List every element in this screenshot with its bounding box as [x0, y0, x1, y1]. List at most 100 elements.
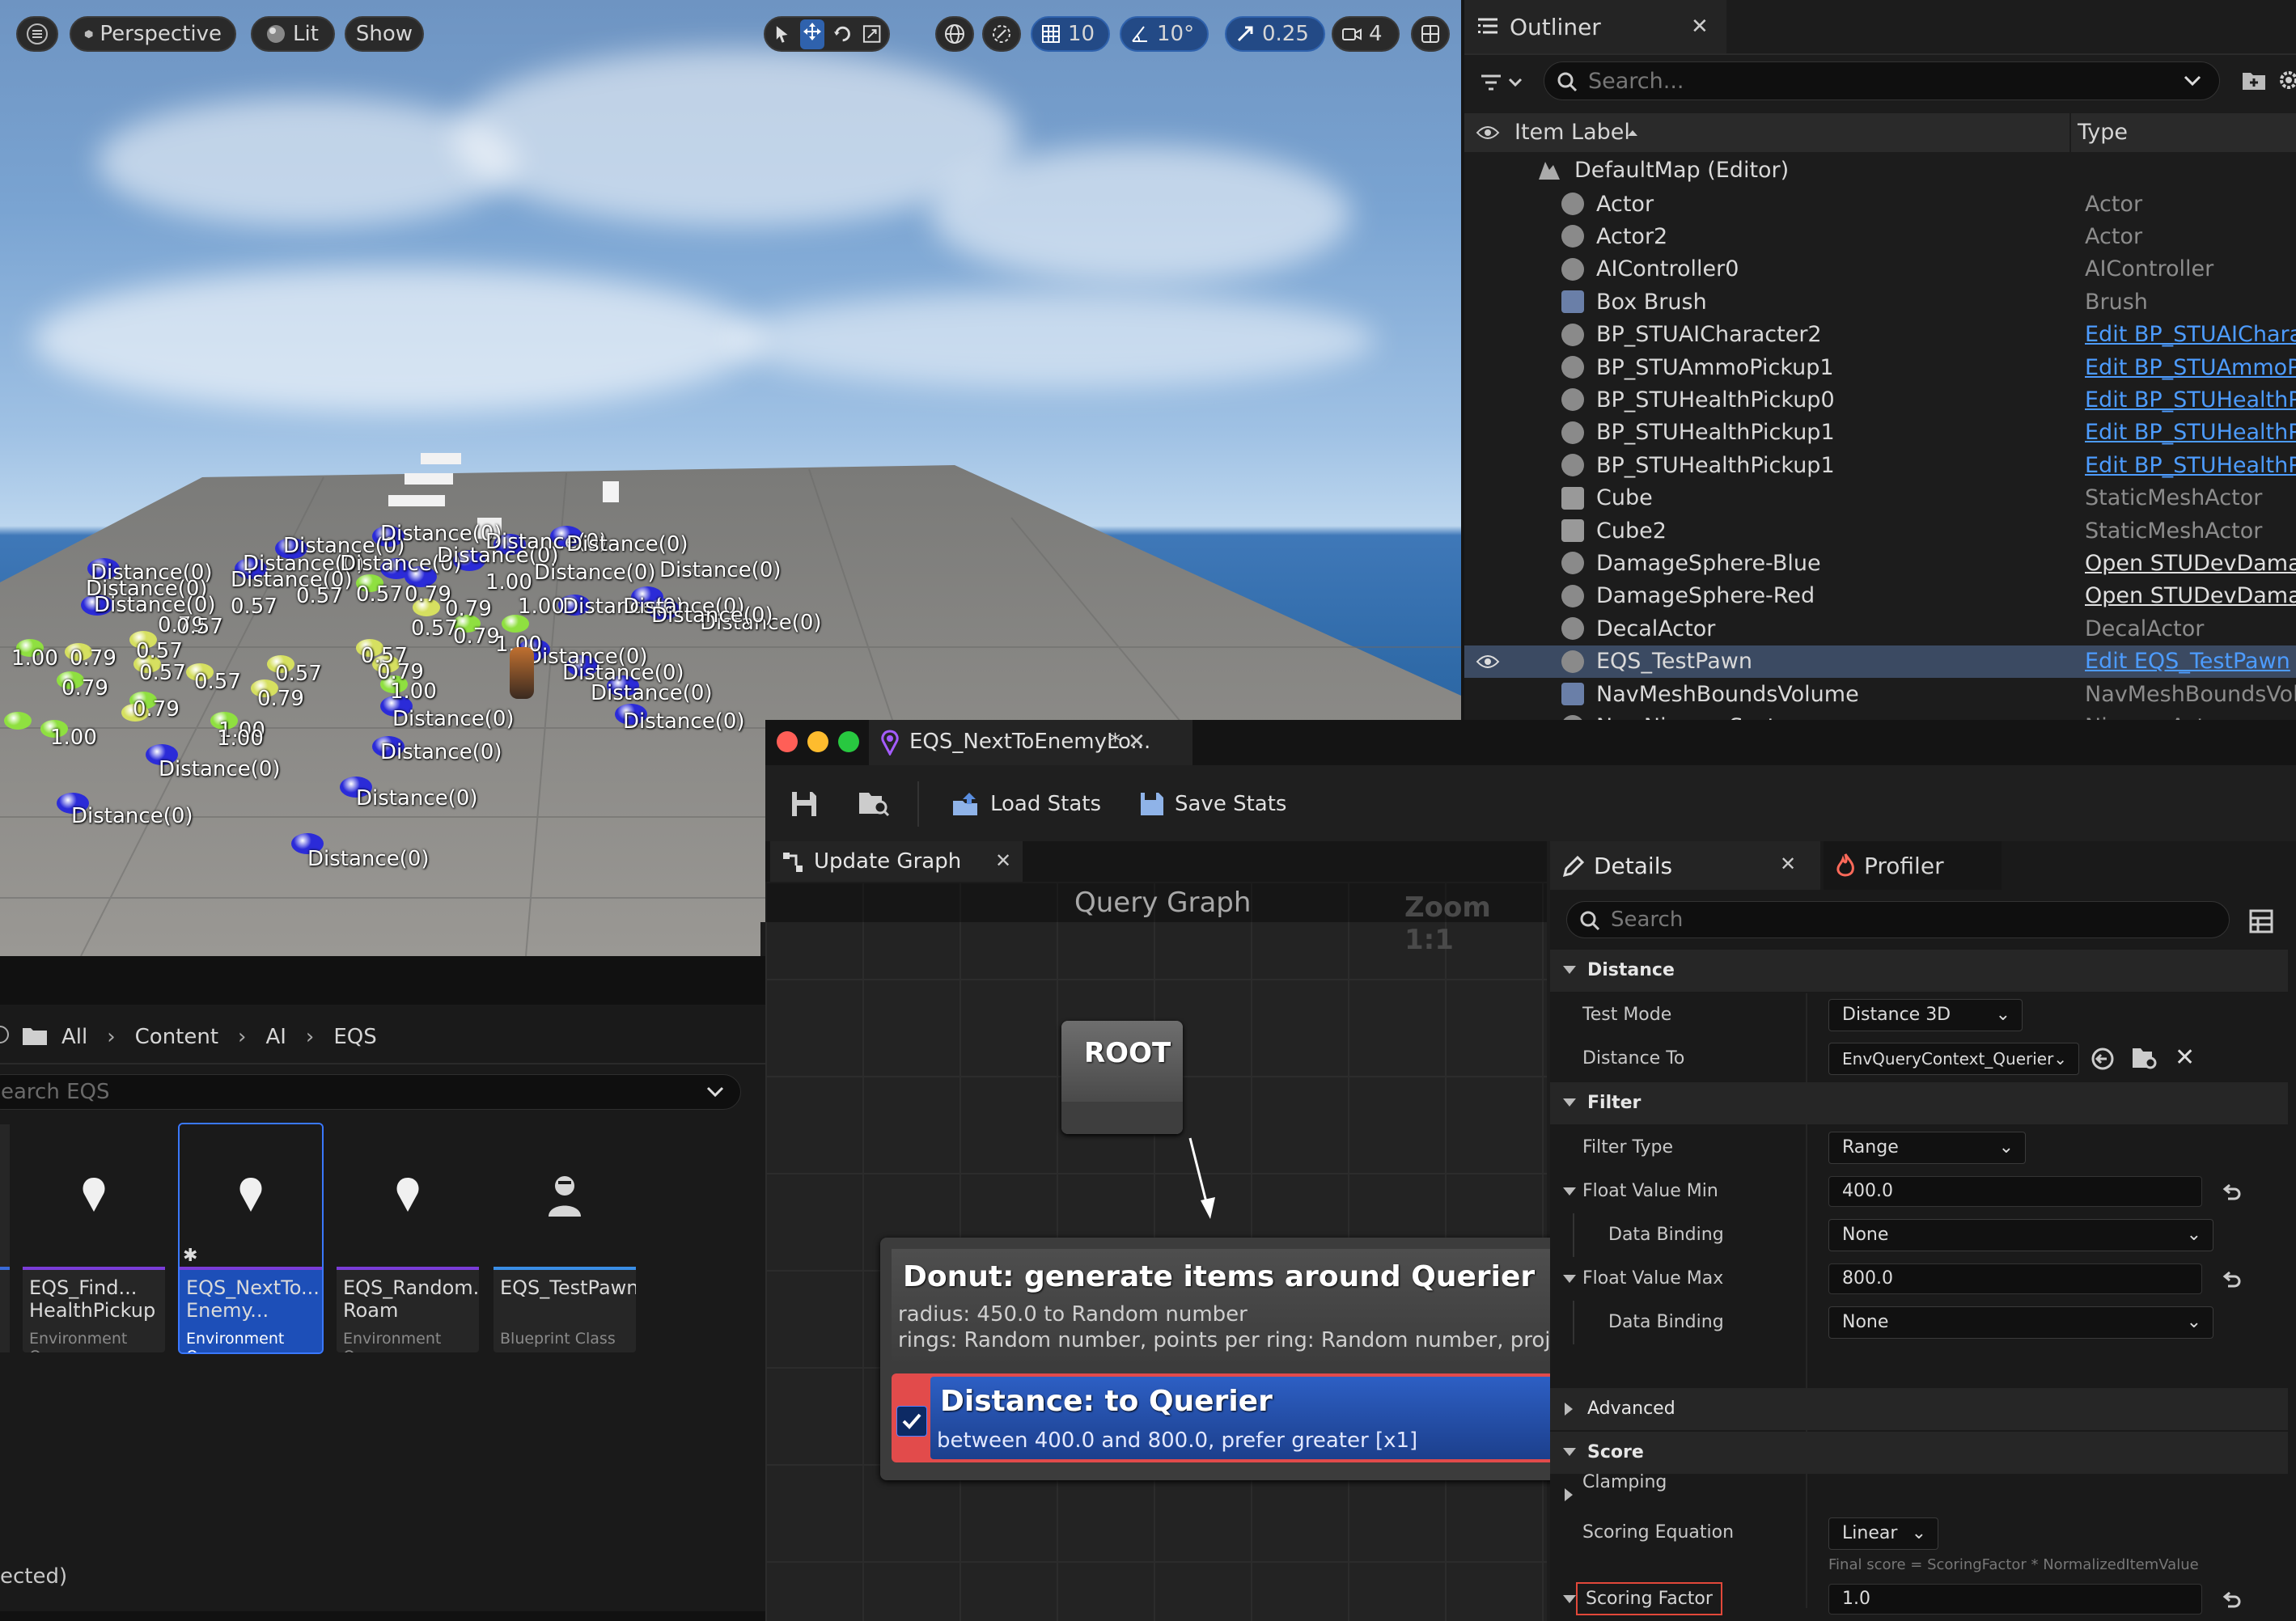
outliner-row[interactable]: Box Brush Brush [1464, 286, 2296, 318]
select-cursor-icon[interactable] [772, 23, 792, 44]
asset-eqs-random-roam[interactable]: EQS_Random...Roam Environment Query [337, 1124, 479, 1352]
generator-node-donut[interactable]: Donut: generate items around Querier rad… [880, 1238, 1616, 1480]
root-node[interactable]: ROOT [1061, 1021, 1183, 1134]
browse-folder-icon[interactable] [858, 788, 890, 819]
save-icon[interactable] [790, 789, 819, 819]
outliner-item-type[interactable]: Open STUDevDamage [2085, 551, 2296, 576]
outliner-row[interactable]: DamageSphere-Blue Open STUDevDamage [1464, 547, 2296, 579]
viewport-layout-button[interactable] [1411, 16, 1450, 52]
view-options-icon[interactable] [2249, 909, 2273, 933]
close-icon[interactable]: ✕ [1691, 15, 1709, 39]
filter-button[interactable] [1476, 66, 1527, 99]
outliner-row[interactable]: Cube StaticMeshActor [1464, 482, 2296, 514]
outliner-row[interactable]: EQS_TestPawn Edit EQS_TestPawn [1464, 645, 2296, 678]
transform-tools[interactable] [764, 16, 890, 52]
details-search-input[interactable]: Search [1566, 901, 2230, 938]
scale-snap-button[interactable]: 0.25 [1225, 16, 1325, 52]
rotate-icon[interactable] [832, 23, 853, 44]
test-node-distance[interactable]: Distance: to Querier between 400.0 and 8… [892, 1373, 1560, 1462]
expand-triangle-icon[interactable] [1561, 1186, 1578, 1197]
scale-icon[interactable] [862, 23, 882, 44]
update-graph-tab[interactable]: Update Graph ✕ [770, 841, 1023, 882]
expand-triangle-icon[interactable] [1561, 1593, 1578, 1605]
data-binding-combo[interactable]: None ⌄ [1828, 1219, 2213, 1251]
map-row[interactable]: DefaultMap (Editor) [1464, 154, 2296, 186]
window-maximize-button[interactable] [838, 731, 859, 752]
scoring-equation-combo[interactable]: Linear ⌄ [1828, 1517, 1938, 1550]
window-close-button[interactable] [777, 731, 798, 752]
reset-arrow-icon[interactable] [2222, 1590, 2243, 1610]
browse-asset-icon[interactable] [2131, 1045, 2158, 1071]
breadcrumb-eqs[interactable]: EQS [333, 1025, 376, 1049]
filter-type-combo[interactable]: Range ⌄ [1828, 1132, 2026, 1164]
camera-speed-button[interactable]: 4 [1332, 16, 1400, 52]
history-icon[interactable] [0, 1024, 10, 1045]
outliner-item-type[interactable]: Edit BP_STUAICharac [2085, 322, 2296, 347]
save-stats-button[interactable]: Save Stats [1139, 786, 1286, 822]
outliner-row[interactable]: DamageSphere-Red Open STUDevDamage [1464, 580, 2296, 612]
breadcrumb-all[interactable]: All [61, 1025, 87, 1049]
chevron-down-icon[interactable] [2184, 75, 2201, 87]
outliner-item-type[interactable]: Edit BP_STUHealthPic [2085, 387, 2296, 413]
query-graph-canvas[interactable]: Query Graph Zoom 1:1 ROOT Donut: generat… [765, 882, 1616, 1621]
outliner-item-type[interactable]: Open STUDevDamage [2085, 583, 2296, 608]
float-min-input[interactable]: 400.0 [1828, 1176, 2202, 1207]
test-enabled-checkbox[interactable] [896, 1406, 927, 1437]
col-type[interactable]: Type [2078, 120, 2128, 145]
details-tab[interactable]: Details ✕ [1550, 841, 1820, 890]
outliner-item-type[interactable]: Edit BP_STUHealthPic [2085, 420, 2296, 445]
outliner-row[interactable]: BP_STUHealthPickup0 Edit BP_STUHealthPic [1464, 383, 2296, 416]
asset-eqs-find-healthpickup[interactable]: EQS_Find...HealthPickup Environment Quer… [23, 1124, 165, 1352]
visibility-eye-icon[interactable] [1476, 652, 1500, 671]
outliner-row[interactable]: BP_STUHealthPickup1 Edit BP_STUHealthPic [1464, 417, 2296, 449]
use-selected-arrow-icon[interactable] [2091, 1047, 2115, 1071]
outliner-row[interactable]: BP_STUAmmoPickup1 Edit BP_STUAmmoPic [1464, 351, 2296, 383]
outliner-row[interactable]: Actor Actor [1464, 188, 2296, 220]
outliner-row[interactable]: AIController0 AIController [1464, 253, 2296, 286]
test-mode-combo[interactable]: Distance 3D ⌄ [1828, 999, 2023, 1031]
show-button[interactable]: Show [345, 16, 424, 52]
move-tool[interactable] [800, 19, 825, 49]
outliner-row[interactable]: Cube2 StaticMeshActor [1464, 514, 2296, 547]
outliner-row[interactable]: NewNiagaraSystem NiagaraActor [1464, 710, 2296, 720]
outliner-row[interactable]: NavMeshBoundsVolume NavMeshBoundsVolu [1464, 678, 2296, 710]
grid-snap-button[interactable]: 10 [1031, 16, 1110, 52]
outliner-tab[interactable]: Outliner ✕ [1464, 0, 1726, 53]
data-binding-combo[interactable]: None ⌄ [1828, 1306, 2213, 1339]
asset-tile-partial[interactable] [0, 1124, 10, 1352]
ai-character[interactable] [510, 647, 534, 699]
section-filter[interactable]: Filter [1550, 1082, 2288, 1124]
profiler-tab[interactable]: Profiler [1824, 841, 2002, 890]
prop-clamping[interactable]: Clamping [1550, 1461, 2288, 1509]
col-item-label[interactable]: Item Label [1514, 120, 1630, 145]
lit-button[interactable]: Lit [251, 16, 335, 52]
reset-arrow-icon[interactable] [2222, 1270, 2243, 1289]
settings-gear-icon[interactable] [2277, 68, 2296, 92]
close-icon[interactable]: ✕ [1128, 730, 1146, 754]
outliner-row[interactable]: DecalActor DecalActor [1464, 612, 2296, 645]
outliner-row[interactable]: Actor2 Actor [1464, 220, 2296, 252]
folder-icon[interactable] [21, 1026, 49, 1047]
add-folder-icon[interactable] [2241, 68, 2267, 92]
outliner-item-type[interactable]: Edit BP_STUHealthPic [2085, 453, 2296, 478]
outliner-item-type[interactable]: Edit EQS_TestPawn [2085, 649, 2290, 674]
visibility-eye-icon[interactable] [1476, 123, 1500, 142]
asset-eqs-testpawn[interactable]: EQS_TestPawn Blueprint Class [494, 1124, 636, 1352]
outliner-search-input[interactable]: Search... [1544, 61, 2220, 100]
close-icon[interactable]: ✕ [1780, 853, 1796, 875]
outliner-item-type[interactable]: Edit BP_STUAmmoPic [2085, 355, 2296, 380]
breadcrumb-content[interactable]: Content [135, 1025, 218, 1049]
surface-snap-toggle[interactable] [982, 16, 1021, 52]
window-minimize-button[interactable] [807, 731, 828, 752]
close-icon[interactable]: ✕ [995, 849, 1011, 872]
asset-eqs-nexttoenemy[interactable]: ✱ EQS_NextTo...Enemy... Environment Quer… [178, 1123, 324, 1354]
eqs-title-bar[interactable]: EQS_NextToEnemyLo... * ✕ [765, 720, 2296, 765]
float-max-input[interactable]: 800.0 [1828, 1263, 2202, 1294]
eqs-document-tab[interactable]: EQS_NextToEnemyLo... * ✕ [869, 720, 1192, 765]
clear-icon[interactable]: ✕ [2175, 1043, 2195, 1072]
angle-snap-button[interactable]: 10° [1120, 16, 1209, 52]
perspective-button[interactable]: Perspective [70, 16, 236, 52]
breadcrumb-ai[interactable]: AI [265, 1025, 286, 1049]
viewport-menu-button[interactable] [16, 16, 58, 52]
world-local-toggle[interactable] [935, 16, 974, 52]
